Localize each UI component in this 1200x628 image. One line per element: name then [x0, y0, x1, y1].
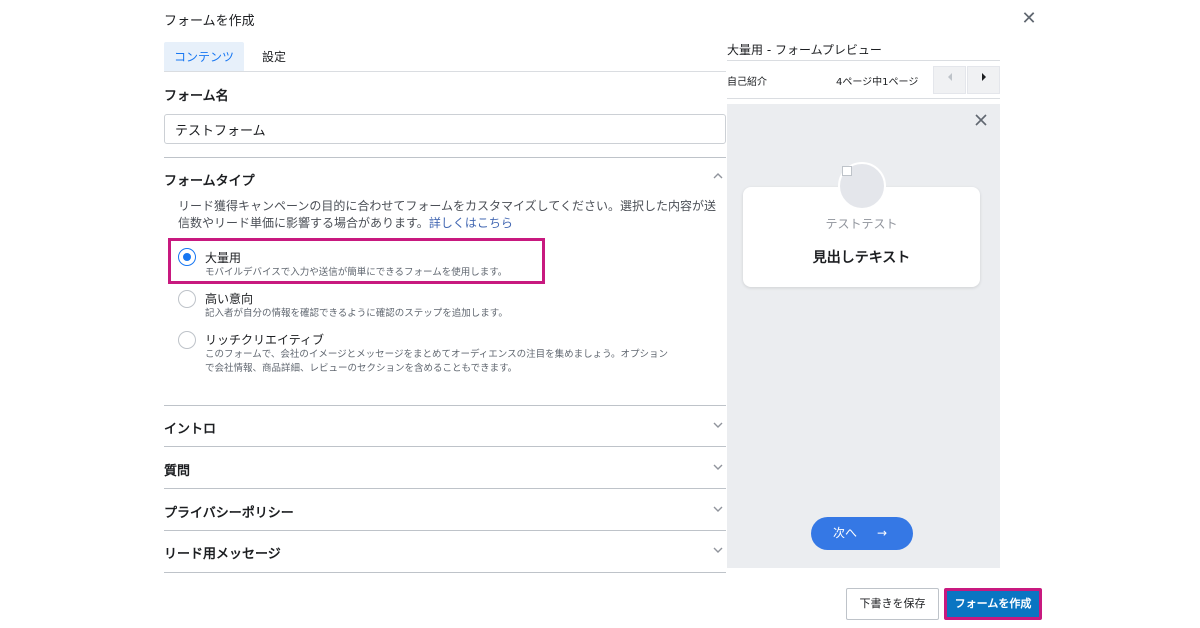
chevron-down-icon[interactable]	[710, 503, 726, 518]
form-name-label: フォーム名	[164, 89, 229, 104]
form-type-description-line2: 信数やリード単価に影響する場合があります。	[178, 216, 429, 230]
chevron-up-icon[interactable]	[710, 170, 726, 185]
create-form-button[interactable]: フォームを作成	[944, 588, 1042, 620]
accordion-intro[interactable]: イントロ	[164, 418, 216, 437]
radio-high-volume[interactable]	[178, 248, 196, 266]
option-desc-high-volume: モバイルデバイスで入力や送信が簡単にできるフォームを使用します。	[205, 267, 508, 278]
preview-close-icon	[972, 112, 990, 130]
broken-image-icon	[842, 166, 852, 176]
form-type-description: リード獲得キャンペーンの目的に合わせてフォームをカスタマイズしてください。選択し…	[178, 198, 723, 232]
divider	[164, 530, 726, 531]
dialog-title: フォームを作成	[164, 14, 255, 29]
form-type-description-line1: リード獲得キャンペーンの目的に合わせてフォームをカスタマイズしてください。選択し…	[178, 199, 716, 213]
chevron-down-icon[interactable]	[710, 419, 726, 434]
option-title-rich-creative: リッチクリエイティブ	[205, 333, 325, 347]
close-icon[interactable]: ✕	[1018, 8, 1040, 30]
option-desc-high-intent: 記入者が自分の情報を確認できるように確認のステップを追加します。	[205, 308, 508, 319]
next-page-button[interactable]	[967, 66, 1000, 94]
radio-rich-creative[interactable]	[178, 331, 196, 349]
tab-settings[interactable]: 設定	[252, 42, 296, 72]
divider	[164, 405, 726, 406]
learn-more-link[interactable]: 詳しくはこちら	[429, 216, 513, 230]
accordion-questions[interactable]: 質問	[164, 460, 190, 479]
triangle-left-icon	[947, 73, 952, 81]
preview-next-label: 次へ	[833, 526, 858, 540]
chevron-down-icon[interactable]	[710, 544, 726, 559]
preview-card-heading: 見出しテキスト	[812, 250, 911, 266]
option-desc-rich-creative-line2: で会社情報、商品詳細、レビューのセクションを含めることもできます。	[205, 363, 518, 374]
accordion-privacy-policy[interactable]: プライバシーポリシー	[164, 502, 294, 521]
option-title-high-volume: 大量用	[205, 251, 242, 265]
arrow-right-icon: →	[877, 526, 888, 540]
tab-content[interactable]: コンテンツ	[164, 42, 245, 72]
divider	[164, 572, 726, 573]
option-desc-rich-creative: このフォームで、会社のイメージとメッセージをまとめてオーディエンスの注目を集めま…	[205, 349, 669, 360]
radio-high-intent[interactable]	[178, 290, 196, 308]
divider	[164, 488, 726, 489]
save-draft-button[interactable]: 下書きを保存	[846, 588, 939, 620]
preview-card-subtitle: テストテスト	[825, 217, 898, 231]
accordion-lead-message[interactable]: リード用メッセージ	[164, 543, 281, 562]
triangle-right-icon	[981, 73, 986, 81]
divider	[164, 157, 726, 158]
tabs-divider	[164, 71, 726, 72]
divider	[164, 446, 726, 447]
preview-divider	[727, 98, 1000, 99]
prev-page-button[interactable]	[933, 66, 966, 94]
form-name-input[interactable]	[164, 114, 726, 144]
preview-title: 大量用 - フォームプレビュー	[727, 43, 882, 57]
preview-next-button[interactable]: 次へ →	[811, 517, 913, 550]
form-type-label: フォームタイプ	[164, 174, 255, 189]
option-title-high-intent: 高い意向	[205, 292, 254, 306]
chevron-down-icon[interactable]	[710, 461, 726, 476]
preview-page-indicator: 4ページ中1ページ	[836, 77, 919, 88]
preview-section-name: 自己紹介	[727, 77, 767, 88]
preview-divider	[727, 60, 1000, 61]
